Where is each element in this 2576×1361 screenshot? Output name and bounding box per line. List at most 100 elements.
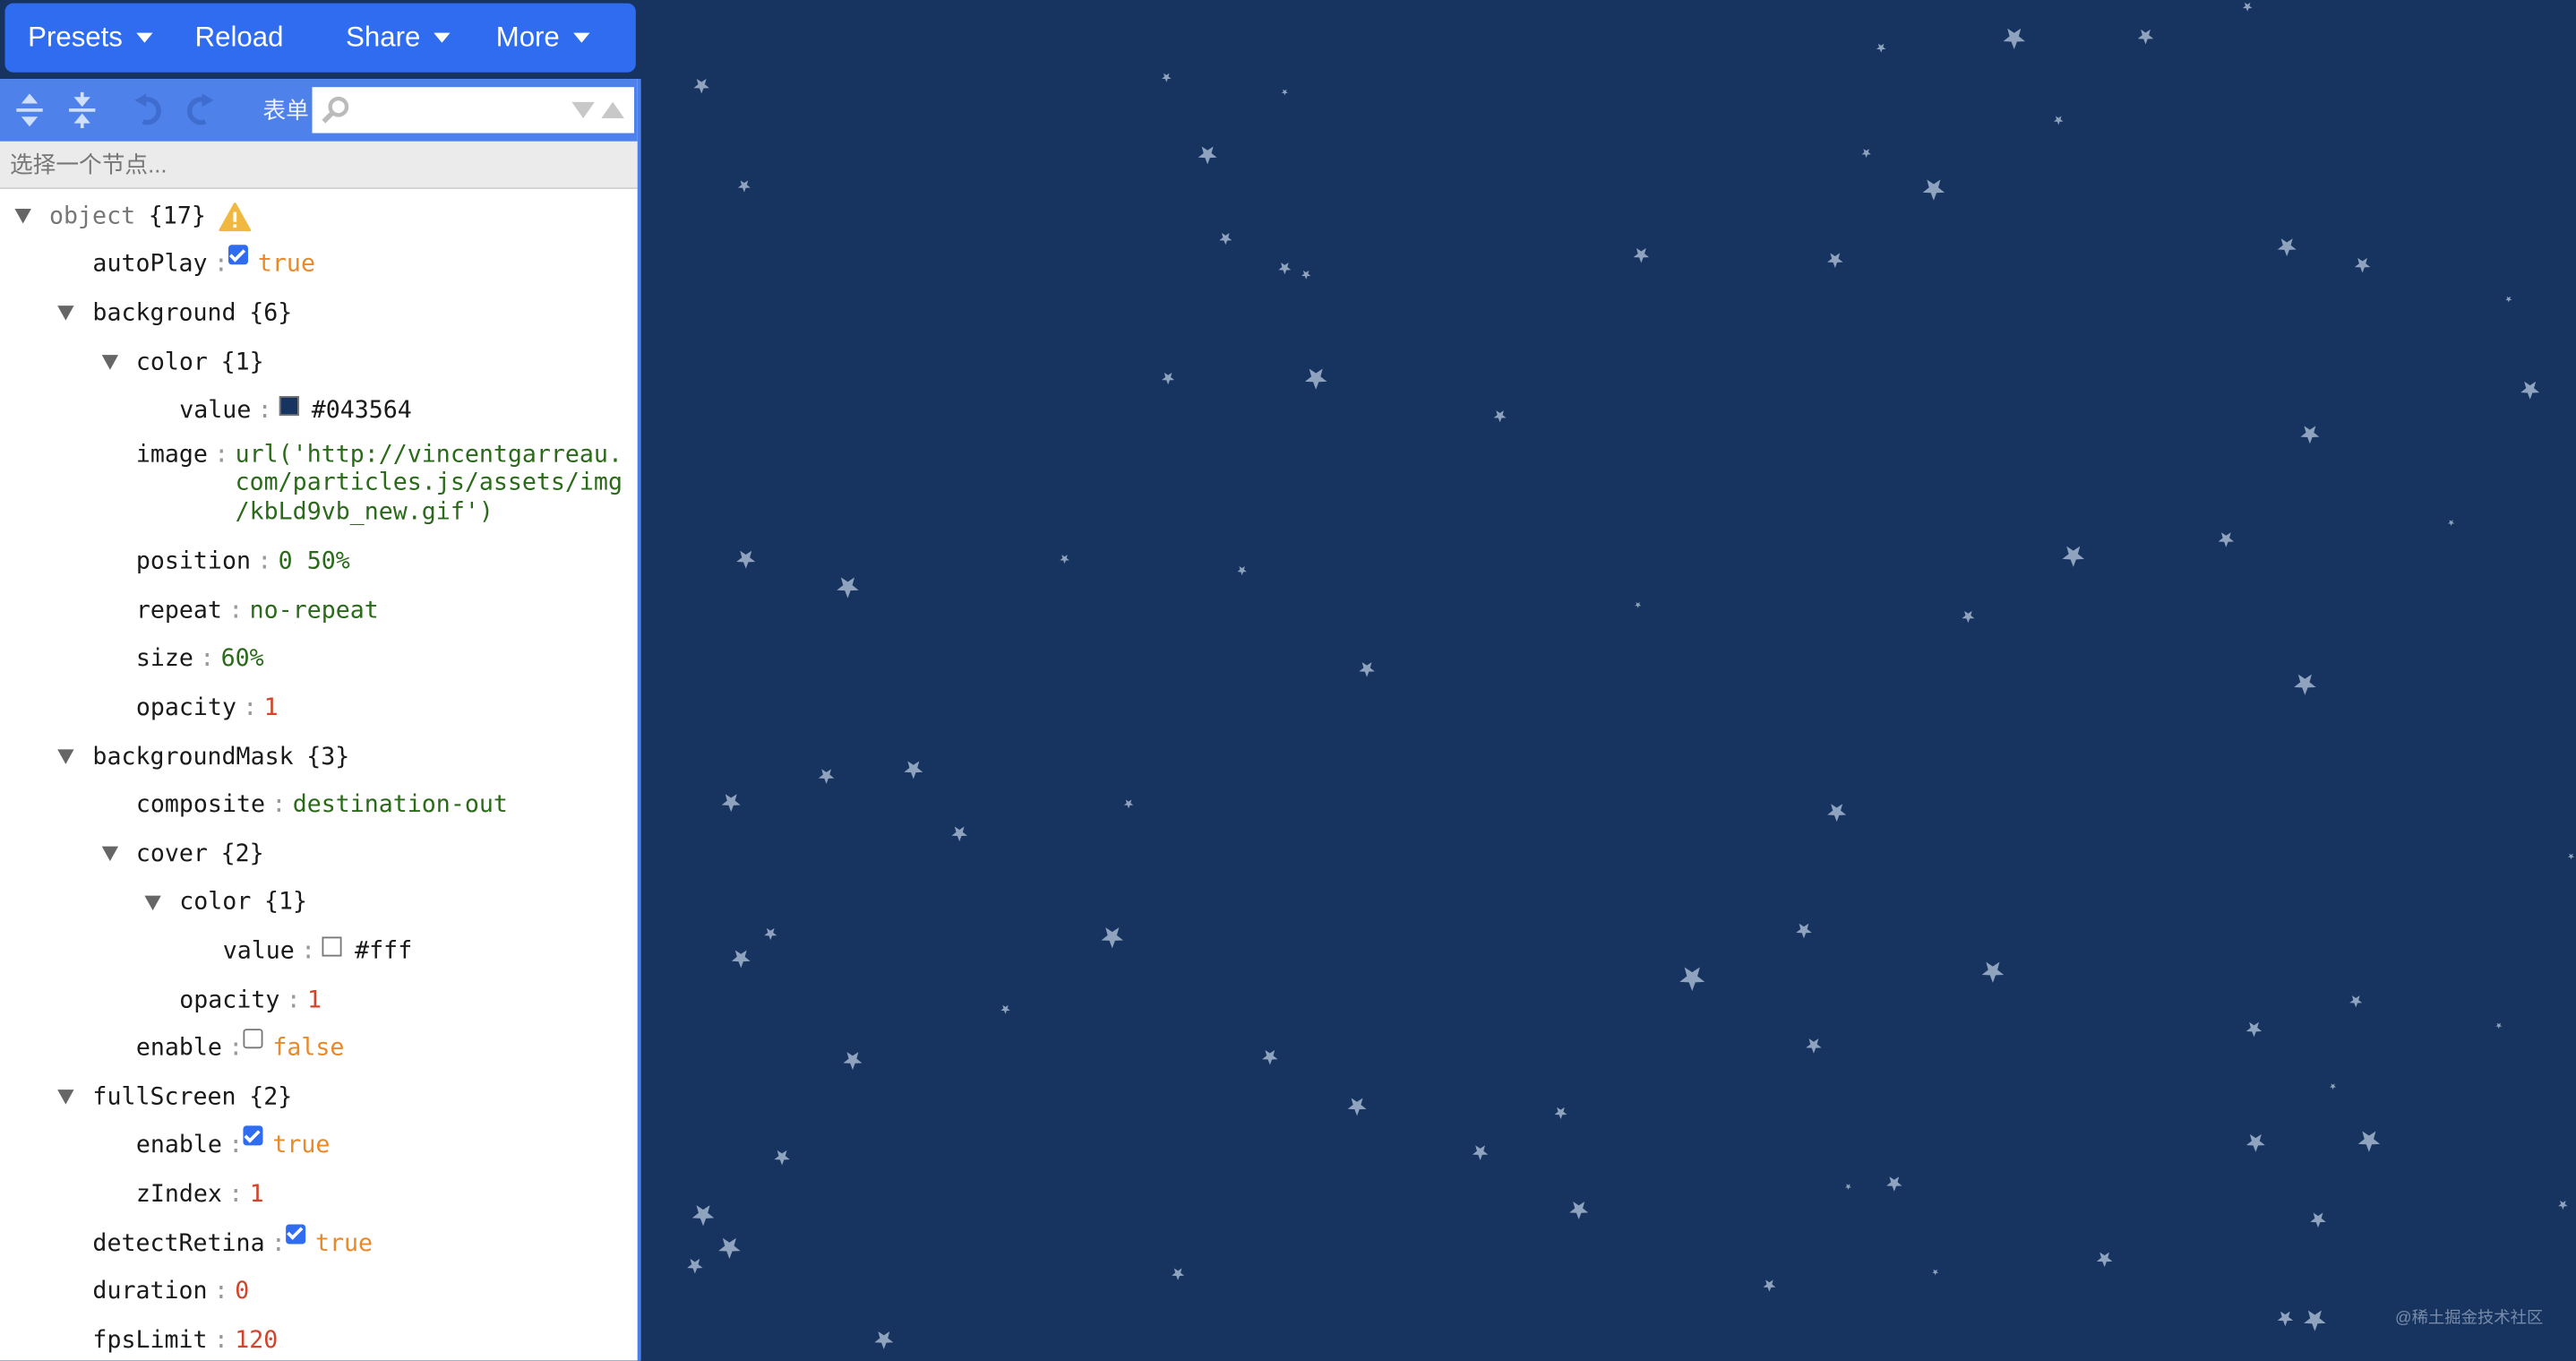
tree-row-value[interactable]: value: #043564: [0, 387, 638, 435]
tree-row-fullscreen[interactable]: fullScreen {2}: [0, 1073, 638, 1122]
star-particle: [1962, 610, 1975, 624]
field-value[interactable]: true: [272, 1133, 330, 1159]
tree-row-fpslimit[interactable]: fpsLimit:120: [0, 1316, 638, 1361]
star-particle: [2357, 1131, 2381, 1152]
field-value[interactable]: 1: [250, 1182, 264, 1208]
field-key[interactable]: enable: [136, 1133, 222, 1159]
field-key[interactable]: opacity: [136, 695, 236, 721]
tree-row-image[interactable]: image: url('http://vincentgarreau. com/par…: [0, 435, 638, 538]
tree-row-value[interactable]: value: #fff: [0, 927, 638, 976]
field-value[interactable]: 120: [235, 1328, 278, 1354]
tree-row-detectretina[interactable]: detectRetina: true: [0, 1219, 638, 1268]
field-key[interactable]: color: [136, 349, 208, 375]
collapse-all-button[interactable]: [56, 85, 108, 134]
expand-toggle-icon[interactable]: [14, 209, 31, 224]
star-particle: [687, 1258, 703, 1274]
star-particle: [1278, 263, 1292, 275]
checkbox[interactable]: [285, 1223, 305, 1244]
expand-toggle-icon[interactable]: [57, 1090, 75, 1106]
checkbox[interactable]: [243, 1126, 263, 1147]
field-value[interactable]: destination-out: [293, 793, 508, 819]
field-value[interactable]: 0 50%: [279, 549, 350, 575]
tree-root-row[interactable]: object {17}: [0, 193, 638, 241]
color-swatch[interactable]: [279, 396, 299, 417]
field-key[interactable]: size: [136, 647, 193, 673]
search-previous-icon[interactable]: [601, 101, 624, 119]
tree-row-backgroundmask[interactable]: backgroundMask {3}: [0, 733, 638, 781]
reload-button[interactable]: Reload: [176, 4, 323, 73]
star-particle: [2558, 1201, 2568, 1210]
field-value[interactable]: 60%: [221, 647, 264, 673]
checkbox[interactable]: [228, 245, 248, 266]
tree-row-cover[interactable]: cover {2}: [0, 830, 638, 878]
field-value[interactable]: 1: [264, 695, 279, 721]
warning-icon[interactable]: [219, 202, 253, 231]
tree-row-repeat[interactable]: repeat: no-repeat: [0, 587, 638, 635]
collapse-all-icon: [69, 91, 96, 129]
expand-toggle-icon[interactable]: [101, 355, 118, 370]
field-value[interactable]: 1: [307, 987, 322, 1013]
star-particle: [2137, 29, 2154, 45]
field-value[interactable]: no-repeat: [250, 598, 379, 624]
star-particle: [1861, 149, 1871, 159]
tree-row-enable[interactable]: enable: true: [0, 1122, 638, 1170]
tree-row-opacity[interactable]: opacity:1: [0, 684, 638, 732]
field-key[interactable]: fpsLimit: [92, 1328, 207, 1354]
expand-toggle-icon[interactable]: [101, 847, 118, 862]
field-key[interactable]: backgroundMask: [92, 744, 293, 770]
field-key[interactable]: position: [136, 549, 251, 575]
more-menu-button[interactable]: More: [473, 4, 612, 73]
expand-toggle-icon[interactable]: [57, 749, 75, 765]
field-key[interactable]: autoPlay: [92, 252, 207, 278]
tree-row-size[interactable]: size:60%: [0, 635, 638, 684]
redo-button[interactable]: [174, 85, 227, 134]
field-value-line: /kbLd9vb_new.gif'): [235, 499, 494, 526]
field-value[interactable]: url('http://vincentgarreau. com/particles…: [236, 442, 623, 528]
tree-row-enable[interactable]: enable: false: [0, 1024, 638, 1072]
tree-row-background[interactable]: background {6}: [0, 289, 638, 338]
tree-row-zindex[interactable]: zIndex:1: [0, 1170, 638, 1219]
undo-button[interactable]: [122, 85, 175, 134]
tree-row-color[interactable]: color {1}: [0, 879, 638, 927]
expand-all-button[interactable]: [4, 85, 56, 134]
field-key[interactable]: duration: [92, 1279, 207, 1305]
mode-label[interactable]: 表单: [262, 94, 308, 127]
field-key[interactable]: composite: [136, 793, 265, 819]
tree-row-color[interactable]: color {1}: [0, 338, 638, 386]
field-key[interactable]: fullScreen: [92, 1084, 236, 1110]
field-value[interactable]: 0: [235, 1279, 249, 1305]
field-value[interactable]: #043564: [312, 398, 412, 424]
field-key[interactable]: opacity: [179, 987, 279, 1013]
field-key[interactable]: zIndex: [136, 1182, 222, 1208]
share-menu-button[interactable]: Share: [322, 4, 473, 73]
tree-row-duration[interactable]: duration:0: [0, 1268, 638, 1316]
field-key[interactable]: value: [223, 938, 295, 964]
tree-row-opacity[interactable]: opacity:1: [0, 976, 638, 1024]
star-particle: [843, 1052, 863, 1071]
star-particle: [2054, 116, 2064, 125]
field-key[interactable]: color: [179, 890, 251, 916]
field-value[interactable]: #fff: [355, 938, 412, 964]
expand-toggle-icon[interactable]: [57, 306, 75, 322]
field-key[interactable]: detectRetina: [92, 1230, 264, 1256]
field-key[interactable]: value: [179, 398, 251, 424]
field-value[interactable]: true: [315, 1230, 373, 1256]
field-key[interactable]: image: [136, 442, 208, 468]
tree-row-position[interactable]: position:0 50%: [0, 538, 638, 587]
field-value[interactable]: true: [258, 252, 315, 278]
field-value[interactable]: false: [272, 1036, 344, 1062]
tree-row-autoplay[interactable]: autoPlay: true: [0, 241, 638, 289]
expand-toggle-icon[interactable]: [144, 895, 162, 911]
field-key[interactable]: repeat: [136, 598, 222, 624]
checkbox[interactable]: [243, 1029, 263, 1049]
tree-row-composite[interactable]: composite: destination-out: [0, 781, 638, 830]
color-swatch[interactable]: [322, 936, 342, 957]
navigation-bar[interactable]: 选择一个节点...: [0, 141, 638, 189]
presets-menu-button[interactable]: Presets: [5, 4, 176, 73]
search-next-icon[interactable]: [571, 101, 595, 119]
field-key[interactable]: background: [92, 301, 236, 327]
field-key[interactable]: cover: [136, 841, 208, 867]
field-key[interactable]: enable: [136, 1036, 222, 1062]
star-particle: [1569, 1202, 1589, 1219]
search-input[interactable]: [356, 96, 572, 125]
